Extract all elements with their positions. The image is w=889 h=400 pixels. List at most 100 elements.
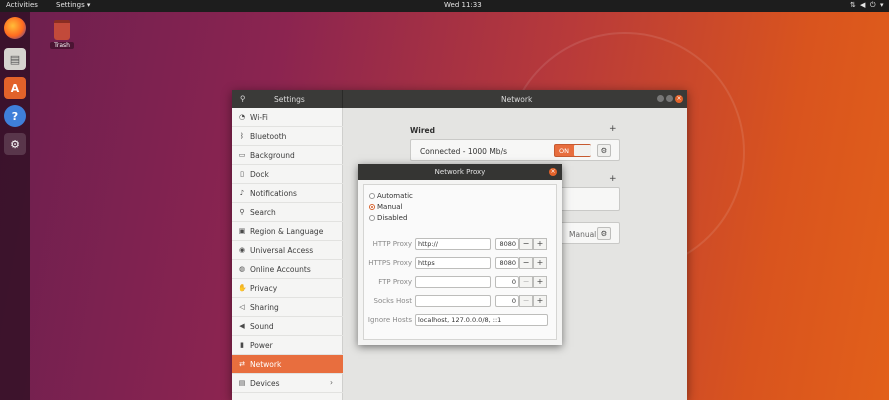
- sidebar-header: ⚲ Settings: [232, 90, 343, 108]
- dock-icon: ▯: [240, 170, 244, 178]
- minimize-icon[interactable]: [657, 95, 664, 102]
- sidebar-item-bluetooth[interactable]: ᛒ Bluetooth: [232, 127, 343, 146]
- activities-button[interactable]: Activities: [6, 1, 38, 9]
- radio-automatic-label[interactable]: Automatic: [377, 192, 413, 200]
- radio-manual[interactable]: [369, 204, 375, 210]
- socks-port-decrement-button[interactable]: −: [519, 295, 533, 307]
- dock: ▤ A ? ⚙: [0, 12, 30, 400]
- add-wired-plus-icon[interactable]: +: [609, 124, 617, 134]
- network-icon[interactable]: ⇅: [850, 1, 856, 9]
- chevron-down-icon[interactable]: ▾: [880, 1, 884, 9]
- wired-connection-card: Connected - 1000 Mb/s ON ⚙: [410, 139, 620, 161]
- proxy-mode-value: Manual: [569, 230, 597, 239]
- bluetooth-icon: ᛒ: [239, 132, 245, 140]
- window-titlebar[interactable]: ⚲ Settings Network ×: [232, 90, 687, 108]
- https-port-increment-button[interactable]: +: [533, 257, 547, 269]
- window-title: Network: [501, 95, 533, 104]
- help-icon[interactable]: ?: [4, 105, 26, 127]
- sidebar-item-power[interactable]: ▮ Power: [232, 336, 343, 355]
- camera-icon: ▣: [238, 227, 246, 235]
- http-proxy-host-input[interactable]: http://: [415, 238, 491, 250]
- sidebar-item-search[interactable]: ⚲ Search: [232, 203, 343, 222]
- sidebar-item-devices[interactable]: ▤ Devices ›: [232, 374, 343, 393]
- wired-status: Connected - 1000 Mb/s: [420, 147, 507, 156]
- settings-gear-icon[interactable]: ⚙: [4, 133, 26, 155]
- ignore-hosts-input[interactable]: localhost, 127.0.0.0/8, ::1: [415, 314, 548, 326]
- ftp-proxy-port-input[interactable]: 0: [495, 276, 519, 288]
- add-vpn-plus-icon[interactable]: +: [609, 174, 617, 184]
- http-proxy-port-input[interactable]: 8080: [495, 238, 519, 250]
- trash-desktop-item[interactable]: Trash: [50, 20, 74, 49]
- files-icon[interactable]: ▤: [4, 48, 26, 70]
- ftp-port-increment-button[interactable]: +: [533, 276, 547, 288]
- socks-port-input[interactable]: 0: [495, 295, 519, 307]
- sidebar-item-label: Background: [250, 151, 295, 160]
- search-icon[interactable]: ⚲: [240, 94, 246, 103]
- firefox-icon[interactable]: [4, 17, 26, 39]
- http-port-increment-button[interactable]: +: [533, 238, 547, 250]
- background-icon: ▭: [238, 151, 246, 159]
- radio-automatic[interactable]: [369, 193, 375, 199]
- socks-port-increment-button[interactable]: +: [533, 295, 547, 307]
- radio-manual-label[interactable]: Manual: [377, 203, 402, 211]
- sidebar-item-label: Network: [250, 360, 282, 369]
- top-bar: Activities Settings ▾ Wed 11:33 ⇅ ◀ ⏻ ▾: [0, 0, 889, 12]
- ignore-hosts-label: Ignore Hosts: [367, 316, 412, 324]
- https-proxy-port-input[interactable]: 8080: [495, 257, 519, 269]
- wired-settings-gear-icon[interactable]: ⚙: [597, 144, 611, 157]
- radio-disabled-label[interactable]: Disabled: [377, 214, 407, 222]
- toggle-label: ON: [559, 147, 569, 155]
- clock[interactable]: Wed 11:33: [444, 1, 482, 9]
- trash-label: Trash: [50, 42, 74, 49]
- ftp-port-decrement-button[interactable]: −: [519, 276, 533, 288]
- network-proxy-dialog: Network Proxy × Automatic Manual Disable…: [358, 164, 562, 345]
- https-proxy-host-input[interactable]: https: [415, 257, 491, 269]
- ftp-proxy-host-input[interactable]: [415, 276, 491, 288]
- sidebar-item-label: Universal Access: [250, 246, 314, 255]
- dialog-close-icon[interactable]: ×: [549, 168, 557, 176]
- radio-disabled[interactable]: [369, 215, 375, 221]
- https-port-decrement-button[interactable]: −: [519, 257, 533, 269]
- http-port-decrement-button[interactable]: −: [519, 238, 533, 250]
- socks-host-label: Socks Host: [373, 297, 412, 305]
- sidebar-item-label: Devices: [250, 379, 280, 388]
- sidebar-item-privacy[interactable]: ✋ Privacy: [232, 279, 343, 298]
- maximize-icon[interactable]: [666, 95, 673, 102]
- ftp-proxy-label: FTP Proxy: [378, 278, 412, 286]
- sidebar-item-sound[interactable]: ◀ Sound: [232, 317, 343, 336]
- sidebar-item-label: Online Accounts: [250, 265, 311, 274]
- sidebar-item-network[interactable]: ⇄ Network: [232, 355, 343, 374]
- software-icon[interactable]: A: [4, 77, 26, 99]
- volume-icon[interactable]: ◀: [860, 1, 865, 9]
- sidebar-item-dock[interactable]: ▯ Dock: [232, 165, 343, 184]
- sidebar-item-label: Sharing: [250, 303, 279, 312]
- trash-icon: [54, 20, 70, 40]
- app-menu-button[interactable]: Settings ▾: [56, 1, 90, 9]
- sidebar-item-notifications[interactable]: ♪ Notifications: [232, 184, 343, 203]
- sidebar-item-wifi[interactable]: ◔ Wi-Fi: [232, 108, 343, 127]
- sidebar-item-region-language[interactable]: ▣ Region & Language: [232, 222, 343, 241]
- wired-toggle[interactable]: ON: [554, 144, 591, 157]
- sidebar-item-universal-access[interactable]: ◉ Universal Access: [232, 241, 343, 260]
- sidebar-item-sharing[interactable]: ◁ Sharing: [232, 298, 343, 317]
- dialog-titlebar[interactable]: Network Proxy ×: [358, 164, 562, 180]
- share-icon: ◁: [239, 303, 245, 311]
- sidebar-item-label: Region & Language: [250, 227, 324, 236]
- accounts-icon: ◍: [238, 265, 246, 273]
- toggle-knob: [574, 145, 591, 156]
- dialog-title: Network Proxy: [434, 168, 486, 176]
- close-icon[interactable]: ×: [675, 95, 683, 103]
- bell-icon: ♪: [239, 189, 245, 197]
- network-icon: ⇄: [239, 360, 245, 368]
- sidebar-item-label: Search: [250, 208, 276, 217]
- power-icon[interactable]: ⏻: [870, 1, 876, 10]
- accessibility-icon: ◉: [238, 246, 246, 254]
- proxy-settings-gear-icon[interactable]: ⚙: [597, 227, 611, 240]
- settings-sidebar: ◔ Wi-Fi ᛒ Bluetooth ▭ Background ▯ Dock ♪ Not…: [232, 108, 343, 400]
- sidebar-item-background[interactable]: ▭ Background: [232, 146, 343, 165]
- sidebar-item-label: Power: [250, 341, 273, 350]
- sidebar-item-online-accounts[interactable]: ◍ Online Accounts: [232, 260, 343, 279]
- wired-section-title: Wired: [410, 126, 435, 135]
- socks-host-input[interactable]: [415, 295, 491, 307]
- search-icon: ⚲: [239, 208, 245, 216]
